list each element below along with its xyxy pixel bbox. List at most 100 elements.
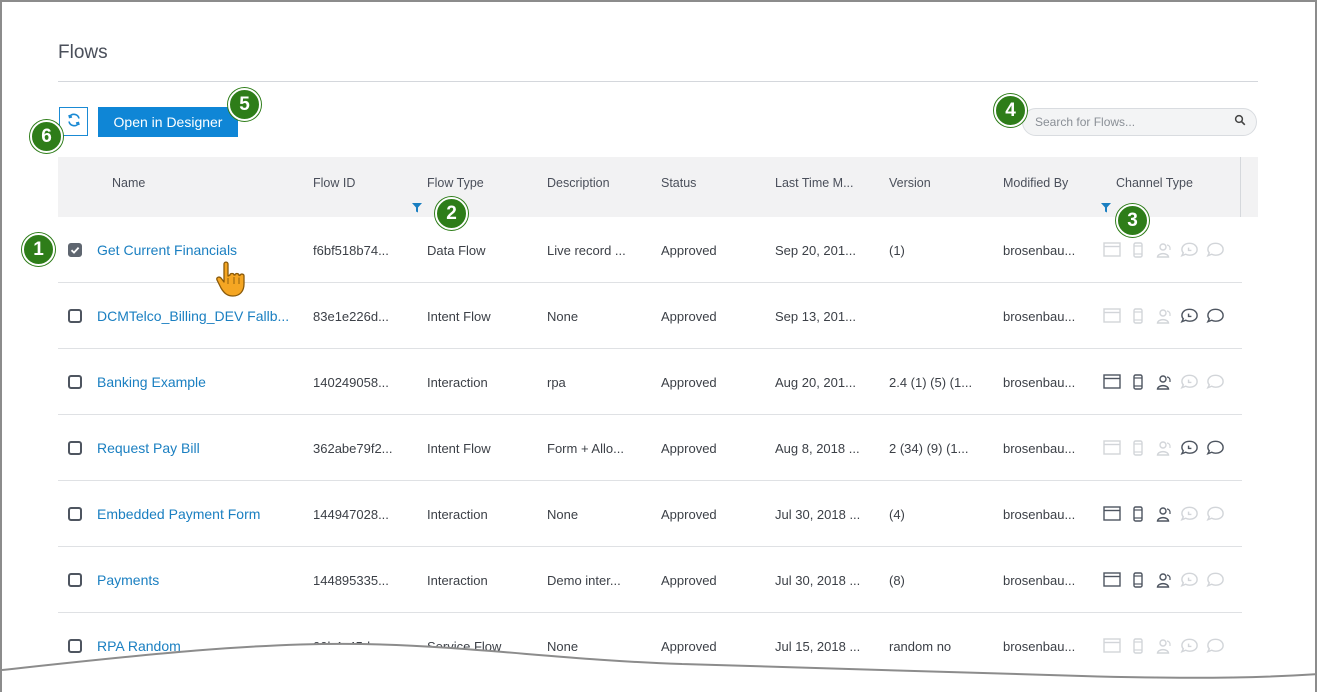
status-cell: Approved — [661, 243, 717, 258]
flow-type-cell: Interaction — [427, 507, 488, 522]
browser-icon — [1102, 307, 1121, 324]
column-header-flow-type[interactable]: Flow Type — [427, 176, 484, 190]
callout-2: 2 — [435, 197, 468, 230]
chat-icon — [1206, 241, 1225, 258]
chat-icon — [1206, 439, 1225, 456]
column-header-modified-by[interactable]: Modified By — [1003, 176, 1068, 190]
column-header-version[interactable]: Version — [889, 176, 931, 190]
row-checkbox[interactable] — [68, 573, 82, 587]
table-row[interactable]: Embedded Payment Form 144947028... Interac… — [58, 481, 1242, 547]
open-in-designer-button[interactable]: Open in Designer — [98, 107, 238, 137]
version-cell: (1) — [889, 243, 905, 258]
mobile-icon — [1128, 439, 1147, 456]
search-box[interactable] — [1022, 108, 1257, 136]
version-cell: (4) — [889, 507, 905, 522]
mobile-icon — [1128, 307, 1147, 324]
last-modified-cell: Sep 13, 201... — [775, 309, 856, 324]
search-icon[interactable] — [1234, 113, 1246, 131]
title-divider — [58, 81, 1258, 82]
column-header-name[interactable]: Name — [112, 176, 145, 190]
column-header-status[interactable]: Status — [661, 176, 696, 190]
version-cell: (8) — [889, 573, 905, 588]
chat-icon — [1206, 571, 1225, 588]
refresh-button[interactable] — [59, 107, 88, 136]
flow-type-cell: Intent Flow — [427, 309, 491, 324]
flow-name-link[interactable]: Get Current Financials — [97, 242, 237, 258]
flow-name-link[interactable]: DCMTelco_Billing_DEV Fallb... — [97, 308, 289, 324]
table-row[interactable]: Request Pay Bill 362abe79f2... Intent Flow… — [58, 415, 1242, 481]
mobile-icon — [1128, 241, 1147, 258]
chat-bot-icon — [1180, 373, 1199, 390]
flow-name-link[interactable]: Payments — [97, 572, 159, 588]
mobile-icon — [1128, 571, 1147, 588]
callout-6: 6 — [30, 120, 63, 153]
status-cell: Approved — [661, 573, 717, 588]
column-header-last-modified[interactable]: Last Time M... — [775, 176, 854, 190]
search-input[interactable] — [1035, 115, 1234, 129]
column-header-flow-id[interactable]: Flow ID — [313, 176, 355, 190]
browser-icon — [1102, 571, 1121, 588]
chat-bot-icon — [1180, 241, 1199, 258]
last-modified-cell: Sep 20, 201... — [775, 243, 856, 258]
flow-type-cell: Interaction — [427, 573, 488, 588]
column-header-channel-type[interactable]: Channel Type — [1116, 176, 1193, 190]
description-cell: rpa — [547, 375, 566, 390]
page-title: Flows — [58, 42, 108, 63]
channel-icons — [1102, 241, 1225, 258]
modified-by-cell: brosenbau... — [1003, 441, 1076, 456]
chat-bot-icon — [1180, 307, 1199, 324]
mobile-icon — [1128, 505, 1147, 522]
row-checkbox[interactable] — [68, 243, 82, 257]
agent-icon — [1154, 373, 1173, 390]
chat-icon — [1206, 307, 1225, 324]
callout-1: 1 — [22, 233, 55, 266]
version-cell: 2 (34) (9) (1... — [889, 441, 969, 456]
agent-icon — [1154, 505, 1173, 522]
version-cell: 2.4 (1) (5) (1... — [889, 375, 973, 390]
chat-icon — [1206, 373, 1225, 390]
modified-by-cell: brosenbau... — [1003, 507, 1076, 522]
description-cell: Demo inter... — [547, 573, 621, 588]
row-checkbox[interactable] — [68, 309, 82, 323]
agent-icon — [1154, 241, 1173, 258]
channel-icons — [1102, 505, 1225, 522]
agent-icon — [1154, 439, 1173, 456]
agent-icon — [1154, 307, 1173, 324]
last-modified-cell: Aug 8, 2018 ... — [775, 441, 860, 456]
channel-type-filter-icon[interactable] — [1101, 200, 1111, 213]
flow-id-cell: 144947028... — [313, 507, 389, 522]
row-checkbox[interactable] — [68, 441, 82, 455]
row-checkbox[interactable] — [68, 375, 82, 389]
column-header-description[interactable]: Description — [547, 176, 610, 190]
status-cell: Approved — [661, 309, 717, 324]
channel-icons — [1102, 373, 1225, 390]
modified-by-cell: brosenbau... — [1003, 573, 1076, 588]
description-cell: Live record ... — [547, 243, 626, 258]
chat-bot-icon — [1180, 571, 1199, 588]
status-cell: Approved — [661, 375, 717, 390]
chat-bot-icon — [1180, 505, 1199, 522]
header-divider — [1240, 157, 1241, 217]
browser-icon — [1102, 439, 1121, 456]
description-cell: Form + Allo... — [547, 441, 624, 456]
callout-4: 4 — [994, 94, 1027, 127]
browser-icon — [1102, 373, 1121, 390]
flow-type-cell: Data Flow — [427, 243, 486, 258]
callout-5: 5 — [228, 88, 261, 121]
flow-type-filter-icon[interactable] — [412, 200, 422, 213]
status-cell: Approved — [661, 507, 717, 522]
channel-icons — [1102, 439, 1225, 456]
hand-pointer-icon — [215, 260, 257, 305]
flow-name-link[interactable]: Embedded Payment Form — [97, 506, 260, 522]
flow-name-link[interactable]: Request Pay Bill — [97, 440, 200, 456]
table-row[interactable]: Banking Example 140249058... Interaction rp… — [58, 349, 1242, 415]
row-checkbox[interactable] — [68, 507, 82, 521]
last-modified-cell: Jul 30, 2018 ... — [775, 573, 861, 588]
flow-id-cell: 83e1e226d... — [313, 309, 389, 324]
description-cell: None — [547, 309, 579, 324]
channel-icons — [1102, 307, 1225, 324]
flow-name-link[interactable]: Banking Example — [97, 374, 206, 390]
callout-3: 3 — [1116, 204, 1149, 237]
flow-id-cell: 144895335... — [313, 573, 389, 588]
agent-icon — [1154, 571, 1173, 588]
